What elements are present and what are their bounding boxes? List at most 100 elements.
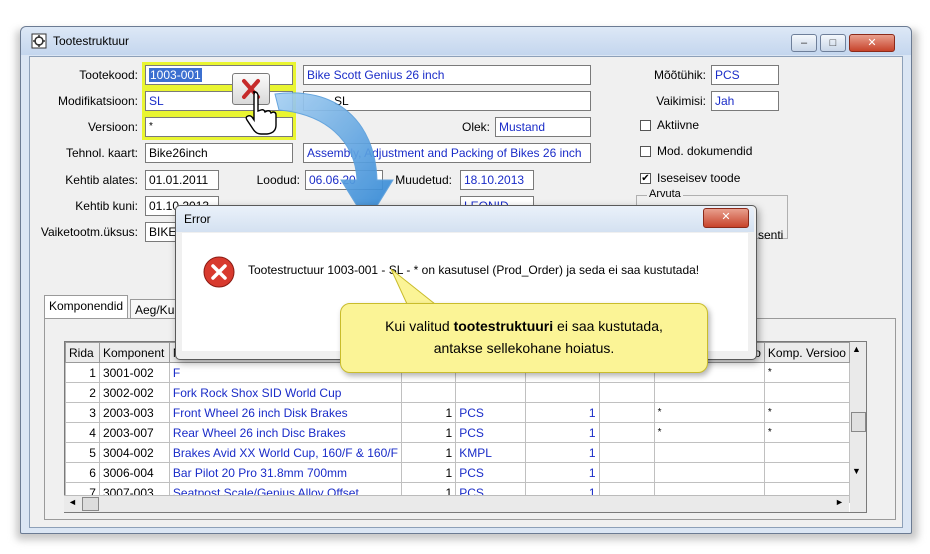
aktiivne-checkbox[interactable] bbox=[640, 120, 651, 131]
table-cell-q2[interactable]: 1 bbox=[524, 422, 600, 443]
iseseisev-toode-checkbox[interactable]: ✔ bbox=[640, 173, 651, 184]
olek-field[interactable]: Mustand bbox=[495, 117, 591, 137]
mootuhik-field[interactable]: PCS bbox=[711, 65, 779, 85]
grid-horizontal-scrollbar[interactable]: ◄ ► bbox=[64, 495, 849, 512]
table-cell-qty[interactable]: 1 bbox=[400, 462, 457, 483]
table-cell-name[interactable]: Front Wheel 26 inch Disk Brakes bbox=[168, 402, 402, 423]
col-komponent[interactable]: Komponent bbox=[98, 342, 170, 363]
kehtib-alates-field[interactable]: 01.01.2011 bbox=[145, 170, 219, 190]
arvuta-label: Arvuta bbox=[647, 188, 683, 200]
callout-line-1: Kui valitud tootestruktuuri ei saa kustu… bbox=[341, 315, 707, 337]
table-cell-x[interactable] bbox=[598, 422, 655, 443]
error-close-button[interactable]: ✕ bbox=[703, 208, 749, 228]
scroll-left-icon[interactable]: ◄ bbox=[68, 497, 77, 507]
table-cell-ver[interactable] bbox=[763, 442, 850, 463]
table-cell-name[interactable]: Bar Pilot 20 Pro 31.8mm 700mm bbox=[168, 462, 402, 483]
aktiivne-label: Aktiivne bbox=[657, 118, 700, 132]
hscroll-thumb[interactable] bbox=[82, 497, 99, 511]
info-callout: Kui valitud tootestruktuuri ei saa kustu… bbox=[340, 303, 708, 373]
table-cell-ver[interactable]: * bbox=[763, 422, 850, 443]
table-cell-unit[interactable] bbox=[455, 382, 526, 403]
partial-button[interactable]: senti bbox=[758, 228, 786, 248]
table-row[interactable]: 3 2003-003 Front Wheel 26 inch Disk Brakes… bbox=[65, 402, 850, 423]
table-cell-x[interactable] bbox=[598, 402, 655, 423]
vaikimisi-field[interactable]: Jah bbox=[711, 91, 779, 111]
table-cell-q2[interactable] bbox=[524, 382, 600, 403]
col-rida[interactable]: Rida bbox=[65, 342, 100, 363]
table-cell-mod[interactable]: * bbox=[653, 402, 765, 423]
table-cell-mod[interactable] bbox=[653, 382, 765, 403]
callout-text-bold: tootestruktuuri bbox=[453, 318, 554, 334]
minimize-button[interactable]: – bbox=[791, 34, 817, 52]
table-cell-qty[interactable]: 1 bbox=[400, 402, 457, 423]
callout-pointer bbox=[390, 268, 437, 305]
table-cell-qty[interactable] bbox=[400, 382, 457, 403]
table-cell-komp[interactable]: 3004-002 bbox=[98, 442, 170, 463]
table-cell-ver[interactable]: * bbox=[763, 362, 850, 383]
scroll-thumb[interactable] bbox=[851, 412, 866, 432]
table-row[interactable]: 5 3004-002 Brakes Avid XX World Cup, 160/F… bbox=[65, 442, 850, 463]
table-cell-name[interactable]: Brakes Avid XX World Cup, 160/F & 160/F bbox=[168, 442, 402, 463]
scroll-right-icon[interactable]: ► bbox=[835, 497, 844, 507]
table-cell-komp[interactable]: 2003-003 bbox=[98, 402, 170, 423]
table-cell-komp[interactable]: 2003-007 bbox=[98, 422, 170, 443]
table-row[interactable]: 2 3002-002 Fork Rock Shox SID World Cup bbox=[65, 382, 850, 403]
grid-vertical-scrollbar[interactable]: ▲ ▼ bbox=[850, 341, 867, 513]
title-bar[interactable]: Tootestruktuur – □ ✕ bbox=[21, 27, 911, 55]
table-cell-mod[interactable] bbox=[653, 462, 765, 483]
tab-komponendid[interactable]: Komponendid bbox=[44, 295, 129, 318]
close-icon: ✕ bbox=[721, 211, 731, 223]
table-cell-qty[interactable]: 1 bbox=[400, 442, 457, 463]
tehnol-kaart-label: Tehnol. kaart: bbox=[65, 146, 138, 160]
versioon-label: Versioon: bbox=[87, 120, 138, 134]
table-cell-x[interactable] bbox=[598, 382, 655, 403]
table-cell-rida[interactable]: 6 bbox=[65, 462, 100, 483]
table-cell-komp[interactable]: 3001-002 bbox=[98, 362, 170, 383]
error-title-bar[interactable]: Error ✕ bbox=[176, 206, 754, 232]
table-cell-unit[interactable]: PCS bbox=[455, 402, 526, 423]
table-cell-unit[interactable]: PCS bbox=[455, 462, 526, 483]
maximize-icon: □ bbox=[829, 37, 837, 49]
table-cell-x[interactable] bbox=[598, 462, 655, 483]
window-title: Tootestruktuur bbox=[53, 34, 130, 48]
table-cell-unit[interactable]: KMPL bbox=[455, 442, 526, 463]
muudetud-field[interactable]: 18.10.2013 bbox=[460, 170, 534, 190]
table-cell-ver[interactable] bbox=[763, 382, 850, 403]
table-cell-mod[interactable]: * bbox=[653, 422, 765, 443]
scroll-down-icon[interactable]: ▼ bbox=[852, 466, 861, 476]
modifikatsioon-label: Modifikatsioon: bbox=[57, 94, 138, 108]
olek-label: Olek: bbox=[461, 120, 490, 134]
table-cell-name[interactable]: Rear Wheel 26 inch Disc Brakes bbox=[168, 422, 402, 443]
table-cell-rida[interactable]: 3 bbox=[65, 402, 100, 423]
tab-aeg-kulud[interactable]: Aeg/Ku bbox=[130, 299, 180, 320]
table-cell-komp[interactable]: 3006-004 bbox=[98, 462, 170, 483]
app-icon bbox=[31, 33, 47, 49]
mod-dokumendid-label: Mod. dokumendid bbox=[657, 144, 753, 158]
vaiketootm-label: Vaiketootm.üksus: bbox=[40, 225, 138, 239]
scroll-up-icon[interactable]: ▲ bbox=[852, 344, 861, 354]
table-cell-rida[interactable]: 4 bbox=[65, 422, 100, 443]
mod-dokumendid-checkbox[interactable] bbox=[640, 146, 651, 157]
table-cell-mod[interactable] bbox=[653, 442, 765, 463]
callout-text-pre: Kui valitud bbox=[385, 318, 454, 334]
callout-line-2: antakse sellekohane hoiatus. bbox=[433, 340, 615, 356]
table-cell-rida[interactable]: 5 bbox=[65, 442, 100, 463]
table-cell-qty[interactable]: 1 bbox=[400, 422, 457, 443]
table-cell-ver[interactable] bbox=[763, 462, 850, 483]
table-cell-rida[interactable]: 2 bbox=[65, 382, 100, 403]
table-cell-komp[interactable]: 3002-002 bbox=[98, 382, 170, 403]
table-cell-x[interactable] bbox=[598, 442, 655, 463]
col-komp-versioon[interactable]: Komp. Versioo bbox=[763, 342, 850, 363]
table-cell-q2[interactable]: 1 bbox=[524, 462, 600, 483]
error-title: Error bbox=[184, 212, 211, 226]
table-cell-rida[interactable]: 1 bbox=[65, 362, 100, 383]
table-row[interactable]: 6 3006-004 Bar Pilot 20 Pro 31.8mm 700mm 1 P… bbox=[65, 462, 850, 483]
close-button[interactable]: ✕ bbox=[849, 34, 895, 52]
maximize-button[interactable]: □ bbox=[820, 34, 846, 52]
table-cell-unit[interactable]: PCS bbox=[455, 422, 526, 443]
table-row[interactable]: 4 2003-007 Rear Wheel 26 inch Disc Brakes 1… bbox=[65, 422, 850, 443]
table-cell-name[interactable]: Fork Rock Shox SID World Cup bbox=[168, 382, 402, 403]
table-cell-ver[interactable]: * bbox=[763, 402, 850, 423]
table-cell-q2[interactable]: 1 bbox=[524, 442, 600, 463]
table-cell-q2[interactable]: 1 bbox=[524, 402, 600, 423]
